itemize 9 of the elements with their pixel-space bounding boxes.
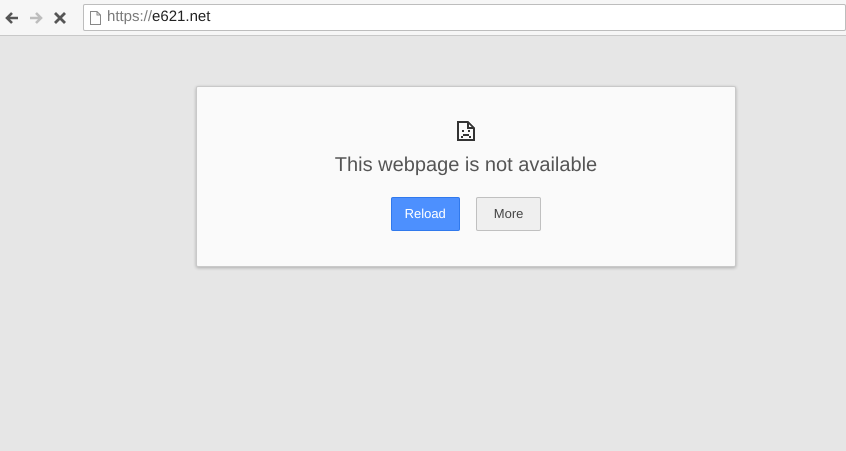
more-button[interactable]: More xyxy=(476,197,542,231)
left-arrow-icon xyxy=(4,10,20,26)
sad-page-icon xyxy=(457,121,475,141)
right-arrow-icon xyxy=(28,10,44,26)
error-title: This webpage is not available xyxy=(334,153,598,178)
address-bar[interactable]: https://e621.net xyxy=(83,4,846,31)
page-icon xyxy=(90,10,101,24)
url-text: https://e621.net xyxy=(107,7,210,28)
close-icon xyxy=(52,10,68,26)
